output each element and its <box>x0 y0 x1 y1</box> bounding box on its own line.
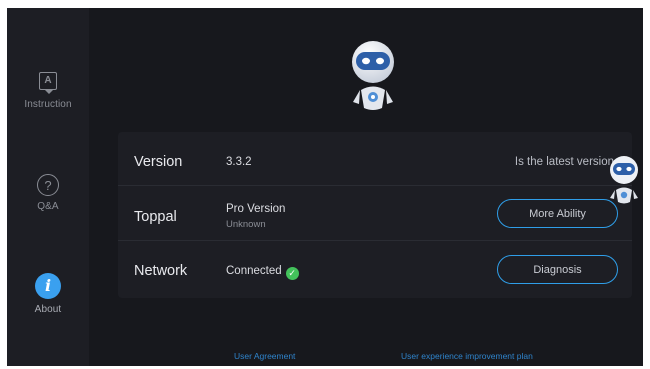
version-row: Version 3.3.2 Is the latest version <box>118 132 632 186</box>
sidebar-item-instruction[interactable]: A Instruction <box>7 72 89 110</box>
version-value: 3.3.2 <box>226 156 252 168</box>
sidebar-item-label: Instruction <box>24 99 72 110</box>
about-panel: Version 3.3.2 Is the latest version Topp… <box>118 132 632 298</box>
check-icon: ✓ <box>285 267 299 280</box>
network-row: Network Connected ✓ Diagnosis <box>118 242 632 296</box>
sidebar: A Instruction ? Q&A i About <box>7 8 89 366</box>
info-icon: i <box>35 273 61 299</box>
toppal-row: Toppal Pro Version Unknown More Ability <box>118 187 632 241</box>
network-label: Network <box>134 263 188 279</box>
instruction-icon: A <box>39 72 57 94</box>
question-icon: ? <box>37 174 59 196</box>
diagnosis-button[interactable]: Diagnosis <box>497 255 618 284</box>
sidebar-item-label: Q&A <box>37 201 59 212</box>
user-agreement-link[interactable]: User Agreement <box>234 351 295 361</box>
app-screen: A Instruction ? Q&A i About Version 3.3.… <box>7 8 643 366</box>
sidebar-item-qa[interactable]: ? Q&A <box>7 174 89 212</box>
version-label: Version <box>134 154 183 170</box>
latest-version-status: Is the latest version <box>514 156 614 168</box>
toppal-status: Unknown <box>226 219 266 230</box>
sidebar-item-about[interactable]: i About <box>7 273 89 315</box>
more-ability-button[interactable]: More Ability <box>497 199 618 228</box>
toppal-plan: Pro Version <box>226 203 286 215</box>
network-status: Connected ✓ <box>226 265 299 280</box>
robot-mascot-icon <box>352 41 394 110</box>
network-status-text: Connected <box>226 265 282 277</box>
sidebar-item-label: About <box>34 304 62 315</box>
floating-robot-icon <box>610 156 638 204</box>
toppal-label: Toppal <box>134 209 177 225</box>
improvement-plan-link[interactable]: User experience improvement plan <box>401 351 533 361</box>
